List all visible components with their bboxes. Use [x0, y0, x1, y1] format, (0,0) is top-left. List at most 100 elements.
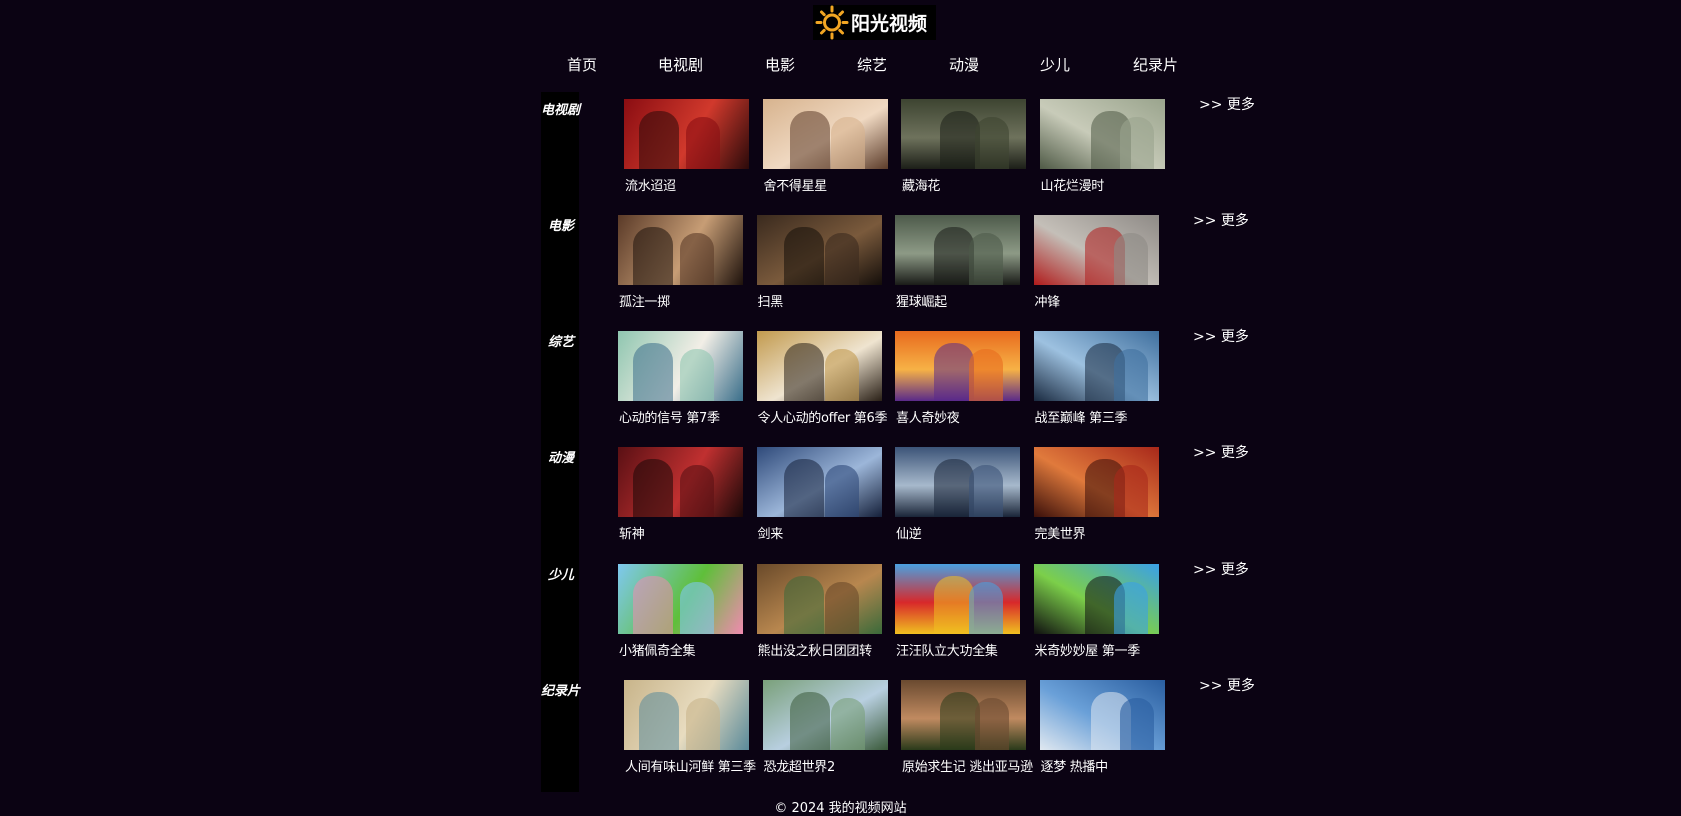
video-title[interactable]: 藏海花: [902, 175, 940, 194]
video-title[interactable]: 舍不得星星: [764, 175, 828, 194]
video-card[interactable]: 剑来: [756, 447, 892, 547]
video-thumbnail[interactable]: [1033, 447, 1159, 517]
video-thumbnail[interactable]: [1033, 331, 1159, 401]
video-thumbnail[interactable]: [624, 99, 749, 169]
video-card[interactable]: 原始求生记 逃出亚马逊: [900, 680, 1036, 780]
nav-item-documentary[interactable]: 纪录片: [1133, 54, 1178, 75]
video-card[interactable]: 斩神: [617, 447, 753, 547]
video-thumbnail[interactable]: [895, 564, 1020, 634]
video-thumbnail[interactable]: [762, 680, 888, 750]
video-title[interactable]: 冲锋: [1035, 291, 1061, 310]
video-card[interactable]: 喜人奇妙夜: [894, 331, 1030, 431]
sun-icon: [815, 5, 849, 40]
video-thumbnail[interactable]: [901, 99, 1026, 169]
section-title: 纪录片: [541, 684, 581, 699]
video-thumbnail[interactable]: [1033, 215, 1159, 285]
video-thumbnail[interactable]: [624, 680, 749, 750]
section-title: 电视剧: [541, 103, 581, 118]
video-title[interactable]: 恐龙超世界2: [764, 756, 836, 775]
video-title[interactable]: 令人心动的offer 第6季: [758, 407, 888, 426]
video-title[interactable]: 仙逆: [896, 523, 922, 542]
video-card[interactable]: 心动的信号 第7季: [617, 331, 753, 431]
more-link[interactable]: >> 更多: [1193, 559, 1249, 579]
nav-item-home[interactable]: 首页: [567, 54, 597, 75]
nav-item-kids[interactable]: 少儿: [1040, 54, 1070, 75]
section-variety: 综艺心动的信号 第7季 令人心动的offer 第6季 喜人奇妙夜 战至巅峰 第三季 >>…: [0, 325, 1681, 437]
video-title[interactable]: 汪汪队立大功全集: [896, 640, 998, 659]
video-title[interactable]: 心动的信号 第7季: [619, 407, 720, 426]
footer-copyright: © 2024 我的视频网站: [774, 801, 907, 816]
video-thumbnail[interactable]: [1039, 99, 1165, 169]
video-thumbnail[interactable]: [756, 215, 882, 285]
video-title[interactable]: 剑来: [758, 523, 784, 542]
video-card[interactable]: 扫黑: [756, 215, 892, 315]
video-thumbnail[interactable]: [618, 215, 743, 285]
section-kids: 少儿小猪佩奇全集 熊出没之秋日团团转 汪汪队立大功全集 米奇妙妙屋 第一季 >> 更多: [0, 558, 1681, 670]
video-card[interactable]: 冲锋: [1033, 215, 1169, 315]
section-title: 电影: [548, 219, 575, 234]
nav-item-variety[interactable]: 综艺: [857, 54, 887, 75]
logo-text: 阳光视频: [851, 13, 928, 35]
video-title[interactable]: 猩球崛起: [896, 291, 947, 310]
video-card[interactable]: 米奇妙妙屋 第一季: [1033, 564, 1169, 664]
nav-item-movie[interactable]: 电影: [765, 54, 795, 75]
video-card[interactable]: 孤注一掷: [617, 215, 753, 315]
video-thumbnail[interactable]: [1039, 680, 1165, 750]
video-title[interactable]: 战至巅峰 第三季: [1035, 407, 1128, 426]
more-link[interactable]: >> 更多: [1199, 675, 1255, 695]
video-thumbnail[interactable]: [756, 331, 882, 401]
video-card[interactable]: 藏海花: [900, 99, 1036, 199]
video-title[interactable]: 喜人奇妙夜: [896, 407, 960, 426]
main-nav: 首页 电视剧 电影 综艺 动漫 少儿 纪录片: [0, 54, 1681, 78]
video-thumbnail[interactable]: [762, 99, 888, 169]
video-card[interactable]: 熊出没之秋日团团转: [756, 564, 892, 664]
video-title[interactable]: 米奇妙妙屋 第一季: [1035, 640, 1141, 659]
video-thumbnail[interactable]: [895, 215, 1020, 285]
video-card[interactable]: 山花烂漫时: [1039, 99, 1175, 199]
video-thumbnail[interactable]: [901, 680, 1026, 750]
video-thumbnail[interactable]: [756, 447, 882, 517]
section-title: 综艺: [548, 335, 575, 350]
video-title[interactable]: 流水迢迢: [625, 175, 676, 194]
more-link[interactable]: >> 更多: [1193, 210, 1249, 230]
video-card[interactable]: 战至巅峰 第三季: [1033, 331, 1169, 431]
video-thumbnail[interactable]: [618, 331, 743, 401]
section-anime: 动漫 斩神 剑来 仙逆 完美世界 >> 更多: [0, 441, 1681, 553]
video-thumbnail[interactable]: [618, 564, 743, 634]
nav-item-anime[interactable]: 动漫: [949, 54, 979, 75]
video-title[interactable]: 人间有味山河鲜 第三季: [625, 756, 756, 775]
more-link[interactable]: >> 更多: [1199, 94, 1255, 114]
site-logo[interactable]: 阳光视频: [813, 5, 936, 40]
video-title[interactable]: 山花烂漫时: [1041, 175, 1105, 194]
video-card[interactable]: 完美世界: [1033, 447, 1169, 547]
video-thumbnail[interactable]: [895, 331, 1020, 401]
video-card[interactable]: 仙逆: [894, 447, 1030, 547]
video-title[interactable]: 孤注一掷: [619, 291, 670, 310]
video-card[interactable]: 令人心动的offer 第6季: [756, 331, 892, 431]
nav-item-tv[interactable]: 电视剧: [658, 54, 703, 75]
video-thumbnail[interactable]: [618, 447, 743, 517]
video-card[interactable]: 舍不得星星: [762, 99, 898, 199]
video-title[interactable]: 熊出没之秋日团团转: [758, 640, 873, 659]
video-card[interactable]: 流水迢迢: [623, 99, 759, 199]
video-card[interactable]: 人间有味山河鲜 第三季: [623, 680, 759, 780]
video-title[interactable]: 原始求生记 逃出亚马逊: [902, 756, 1033, 775]
video-card[interactable]: 逐梦 热播中: [1039, 680, 1175, 780]
more-link[interactable]: >> 更多: [1193, 326, 1249, 346]
video-thumbnail[interactable]: [756, 564, 882, 634]
video-card[interactable]: 猩球崛起: [894, 215, 1030, 315]
video-title[interactable]: 斩神: [619, 523, 645, 542]
video-title[interactable]: 扫黑: [758, 291, 784, 310]
video-thumbnail[interactable]: [895, 447, 1020, 517]
video-card[interactable]: 恐龙超世界2: [762, 680, 898, 780]
section-title: 少儿: [548, 568, 575, 583]
video-thumbnail[interactable]: [1033, 564, 1159, 634]
more-link[interactable]: >> 更多: [1193, 442, 1249, 462]
video-title[interactable]: 小猪佩奇全集: [619, 640, 696, 659]
section-movie: 电影孤注一掷 扫黑 猩球崛起 冲锋 >> 更多: [0, 209, 1681, 321]
video-card[interactable]: 小猪佩奇全集: [617, 564, 753, 664]
section-documentary: 纪录片人间有味山河鲜 第三季 恐龙超世界2 原始求生记 逃出亚马逊 逐梦 热播中 >> …: [0, 674, 1681, 786]
video-title[interactable]: 逐梦 热播中: [1041, 756, 1109, 775]
video-card[interactable]: 汪汪队立大功全集: [894, 564, 1030, 664]
video-title[interactable]: 完美世界: [1035, 523, 1086, 542]
